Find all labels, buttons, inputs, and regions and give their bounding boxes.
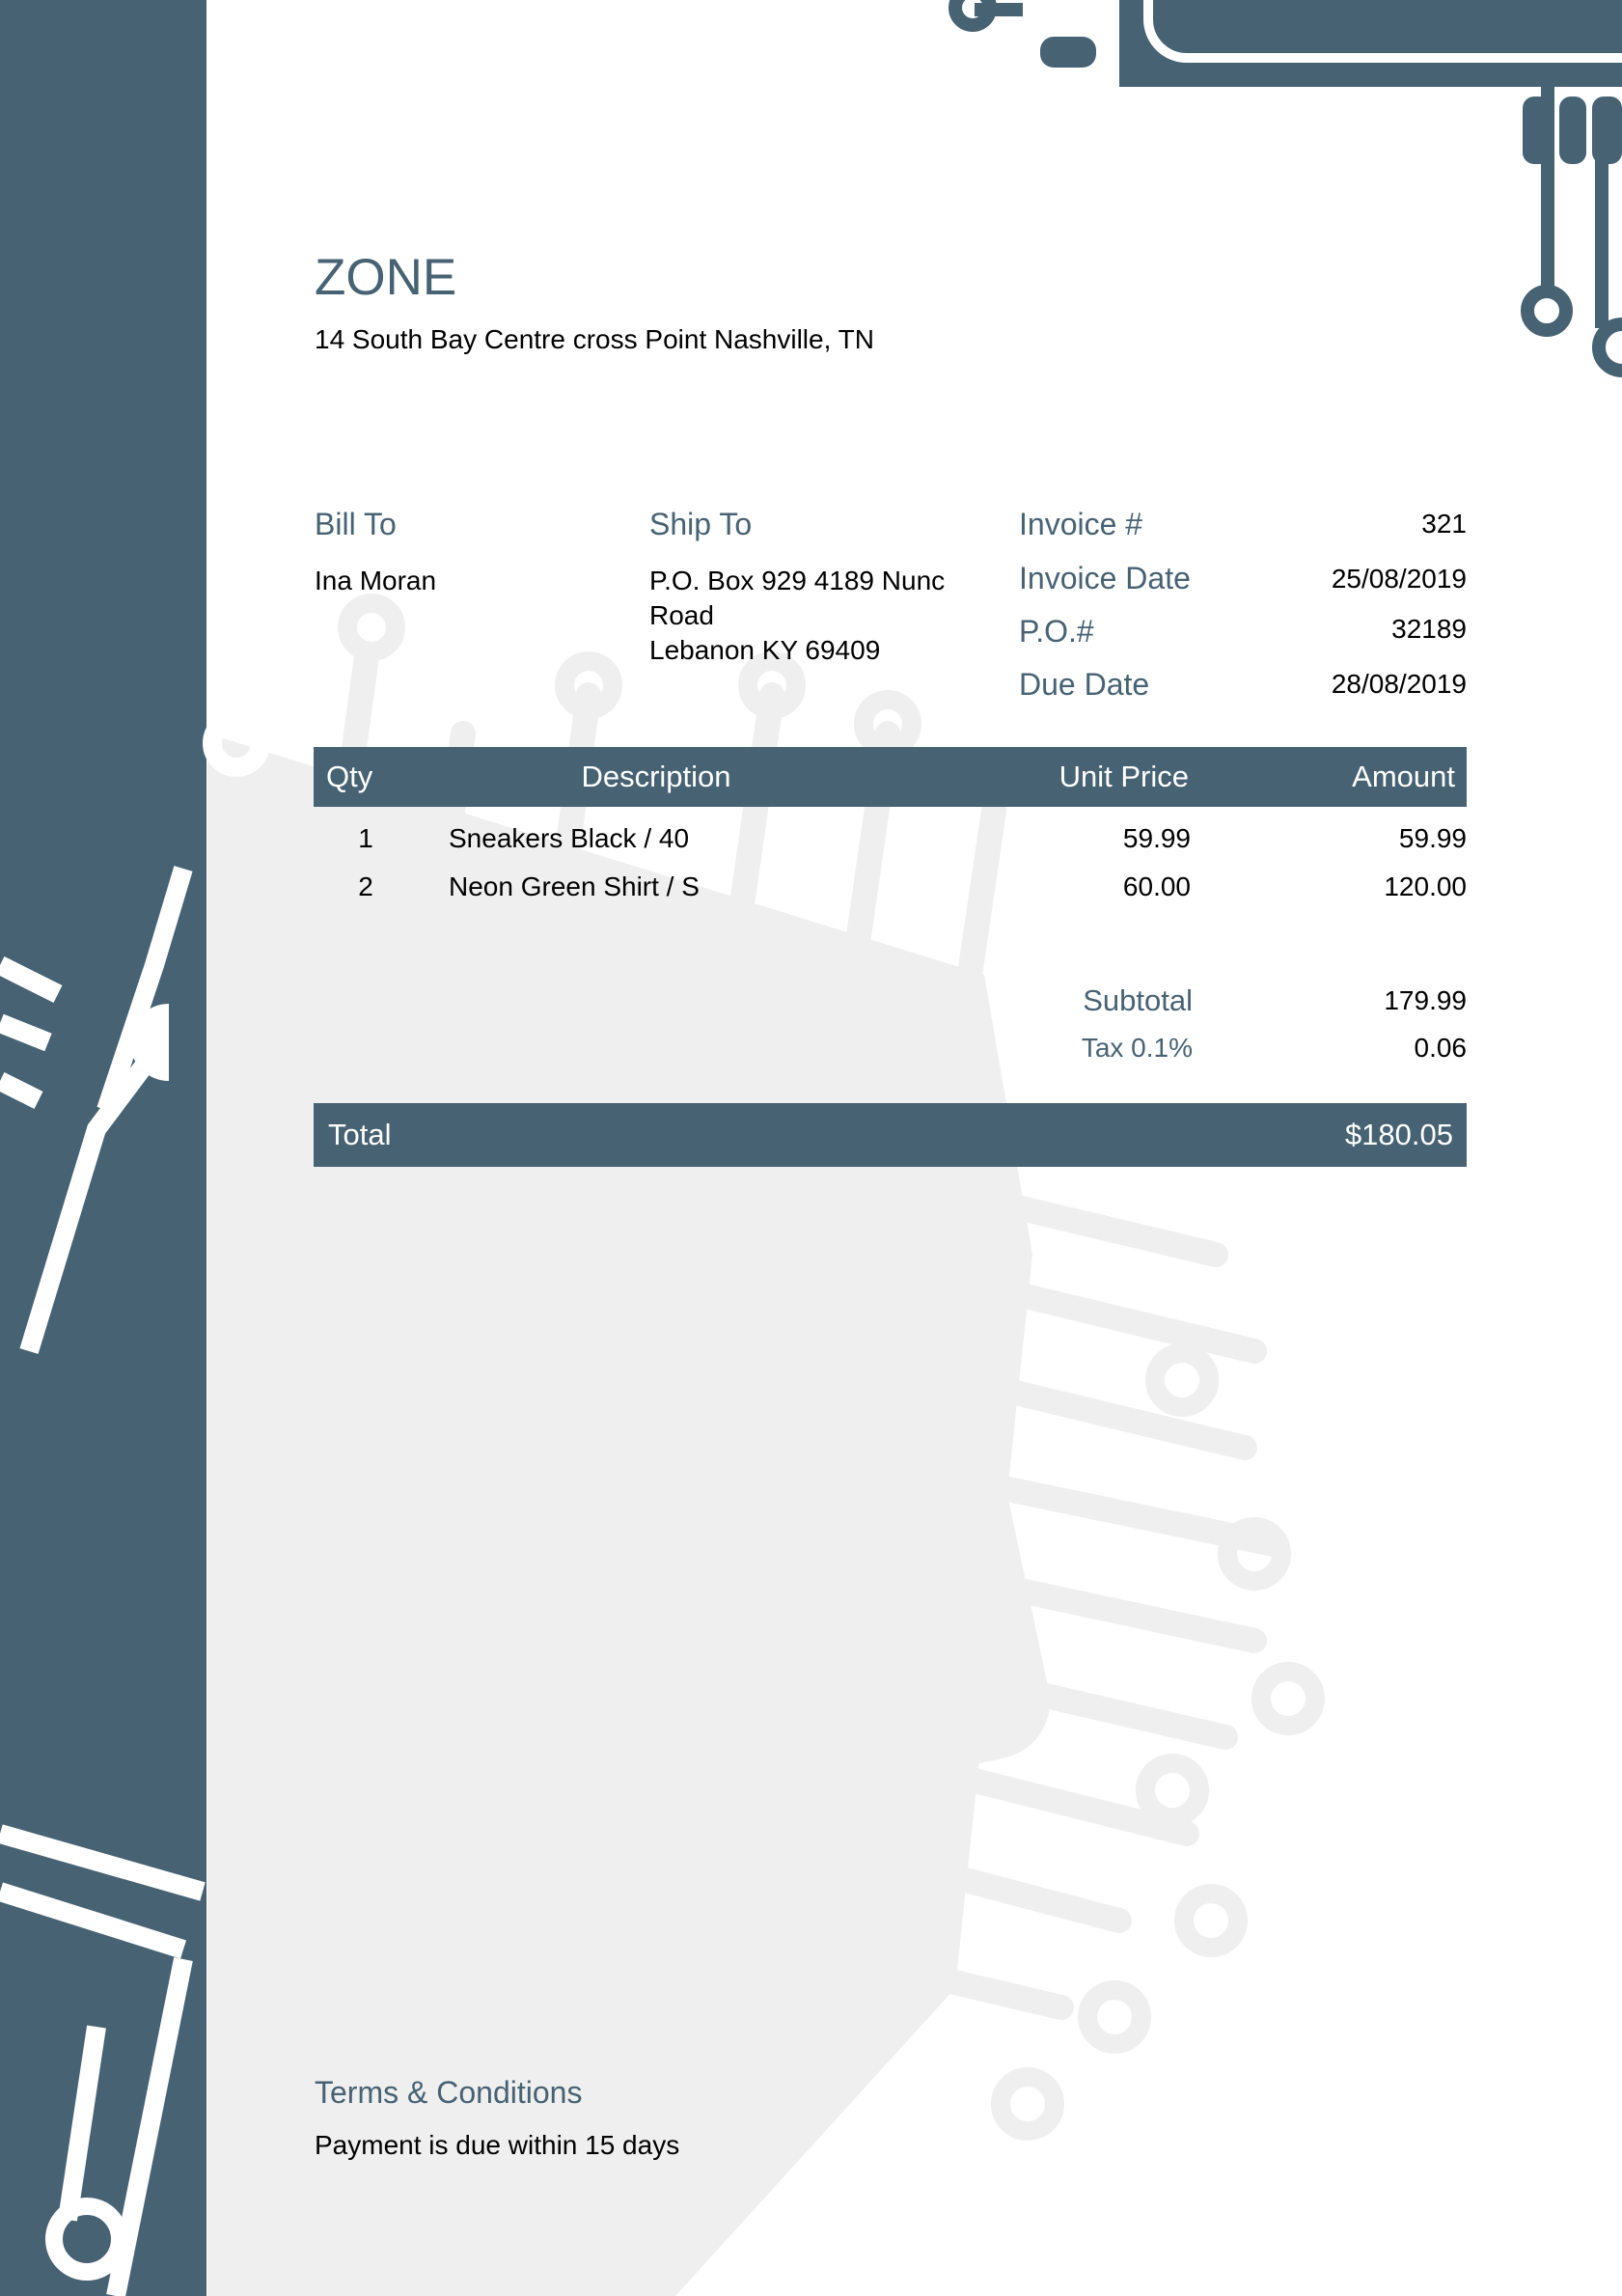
company-name: ZONE — [315, 249, 457, 306]
invoice-number-value: 321 — [1421, 509, 1467, 539]
header-amount: Amount — [1352, 760, 1455, 793]
row-unit-price: 59.99 — [1122, 823, 1191, 853]
due-date-label: Due Date — [1019, 667, 1150, 702]
row-qty: 1 — [358, 823, 373, 853]
ship-to-line-3: Lebanon KY 69409 — [649, 635, 881, 665]
terms-title: Terms & Conditions — [315, 2075, 583, 2110]
table-row: 2 Neon Green Shirt / S 60.00 120.00 — [314, 870, 1467, 904]
row-unit-price: 60.00 — [1122, 871, 1191, 901]
tax-label: Tax 0.1% — [1081, 1033, 1193, 1063]
subtotal-label: Subtotal — [1083, 983, 1193, 1017]
subtotal-value: 179.99 — [1384, 985, 1467, 1015]
due-date-value: 28/08/2019 — [1331, 669, 1467, 699]
row-amount: 120.00 — [1384, 871, 1467, 901]
header-unit-price: Unit Price — [1058, 760, 1189, 793]
po-number-value: 32189 — [1391, 614, 1467, 644]
bill-to-label: Bill To — [315, 507, 397, 541]
row-amount: 59.99 — [1398, 823, 1467, 853]
row-description: Neon Green Shirt / S — [449, 871, 700, 901]
po-number-label: P.O.# — [1019, 614, 1094, 649]
company-address: 14 South Bay Centre cross Point Nashvill… — [315, 324, 874, 354]
total-label: Total — [328, 1118, 392, 1151]
tax-value: 0.06 — [1414, 1033, 1468, 1063]
total-bar: Total $180.05 — [314, 1103, 1467, 1167]
row-description: Sneakers Black / 40 — [449, 823, 690, 853]
bill-to-name: Ina Moran — [315, 566, 437, 595]
invoice-number-label: Invoice # — [1019, 507, 1143, 541]
total-value: $180.05 — [1344, 1118, 1453, 1151]
invoice-date-label: Invoice Date — [1019, 561, 1191, 595]
ship-to-label: Ship To — [649, 507, 753, 541]
ship-to-line-1: P.O. Box 929 4189 Nunc — [649, 566, 946, 595]
table-row: 1 Sneakers Black / 40 59.99 59.99 — [314, 821, 1467, 856]
ship-to-line-2: Road — [649, 600, 714, 630]
header-qty: Qty — [326, 760, 373, 793]
terms-text: Payment is due within 15 days — [315, 2130, 680, 2160]
header-description: Description — [581, 760, 731, 793]
invoice-date-value: 25/08/2019 — [1331, 564, 1467, 594]
items-table-header: Qty Description Unit Price Amount — [314, 747, 1467, 807]
row-qty: 2 — [358, 871, 373, 901]
